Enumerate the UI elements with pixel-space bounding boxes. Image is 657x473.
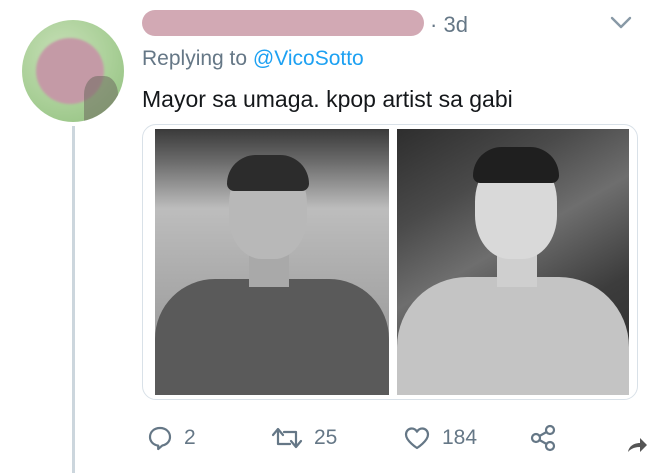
like-count: 184 (442, 426, 478, 449)
reply-count: 2 (184, 426, 196, 449)
share-icon (530, 424, 556, 452)
forward-arrow-icon[interactable] (624, 434, 650, 456)
retweet-icon (271, 427, 303, 449)
like-button[interactable]: 184 (402, 420, 477, 456)
avatar-hair (84, 76, 118, 122)
avatar[interactable] (22, 20, 124, 122)
photo-left-hair (227, 155, 309, 191)
action-bar: 2 25 184 (0, 420, 657, 460)
timestamp: 3d (443, 12, 468, 37)
tweet-time[interactable]: · 3d (430, 12, 468, 38)
chevron-down-icon[interactable] (608, 12, 634, 32)
replying-to: Replying to @VicoSotto (142, 47, 364, 71)
photo-left-shirt (155, 279, 389, 395)
reply-prefix: Replying to (142, 47, 248, 70)
photo-right[interactable] (397, 129, 629, 395)
photo-right-hair (473, 147, 559, 183)
media-container[interactable] (142, 124, 638, 400)
reply-handle-link[interactable]: @VicoSotto (253, 47, 364, 70)
photo-left[interactable] (155, 129, 389, 395)
retweet-count: 25 (314, 426, 338, 449)
reply-icon (148, 426, 172, 451)
timestamp-dot: · (430, 12, 438, 37)
tweet-text: Mayor sa umaga. kpop artist sa gabi (142, 86, 513, 112)
photo-right-shirt (397, 277, 629, 395)
share-button[interactable] (528, 420, 558, 456)
heart-icon (404, 427, 430, 450)
retweet-button[interactable]: 25 (270, 420, 337, 456)
redacted-username[interactable] (142, 10, 424, 36)
reply-button[interactable]: 2 (146, 420, 196, 456)
